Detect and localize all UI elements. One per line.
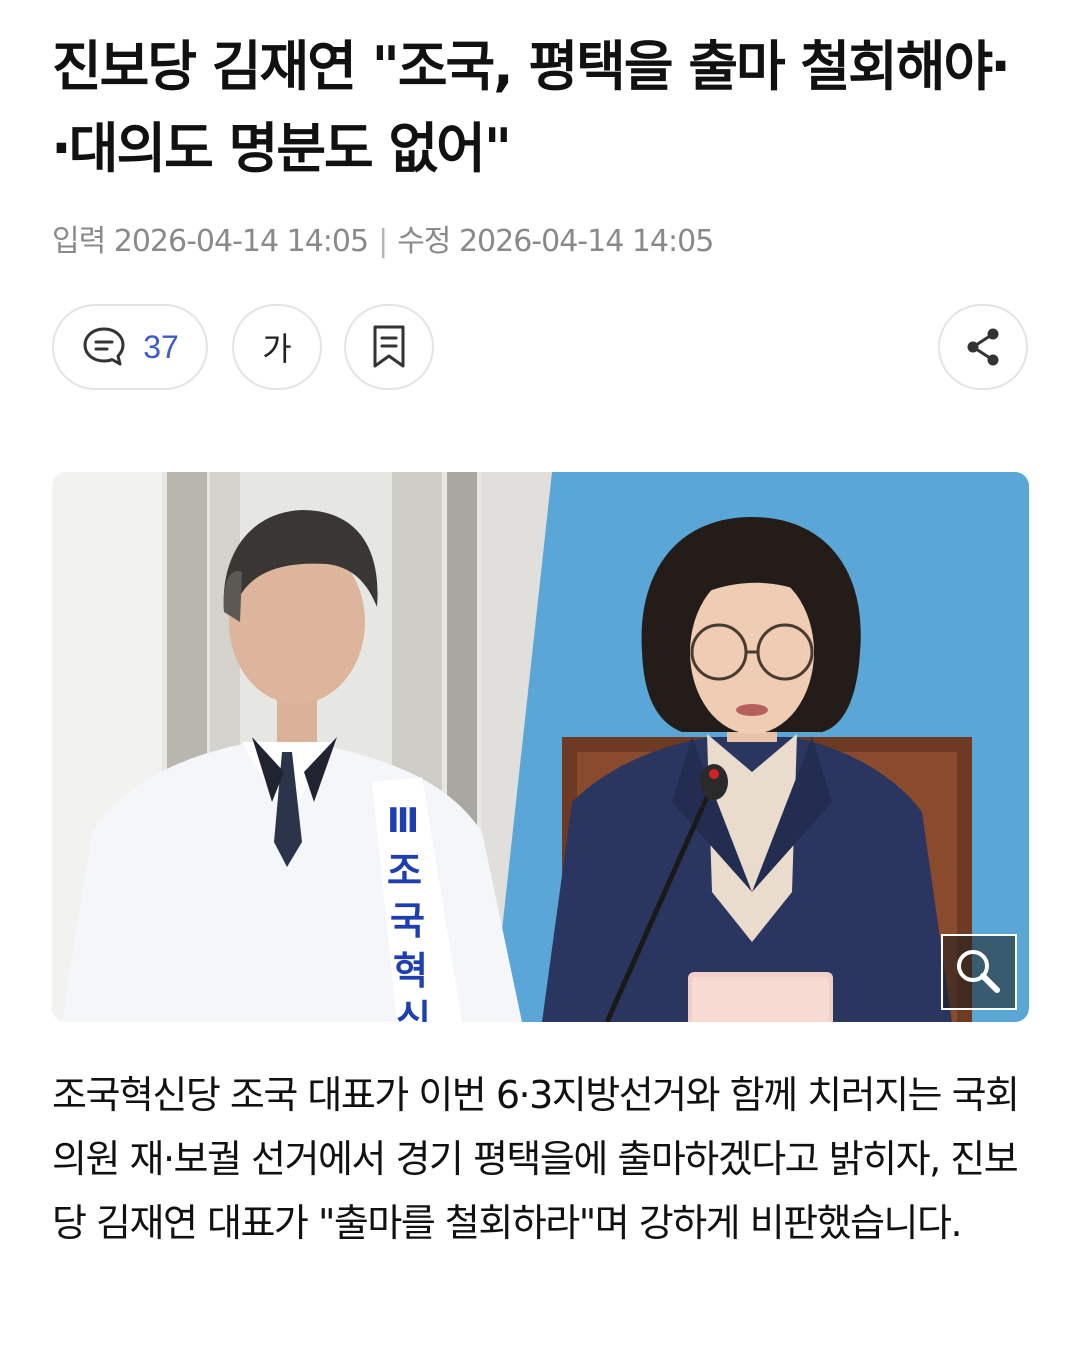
font-size-button[interactable]: 가	[232, 304, 322, 390]
svg-text:Ⅲ: Ⅲ	[387, 801, 419, 841]
published-label: 입력	[52, 224, 106, 259]
bookmark-button[interactable]	[344, 304, 434, 390]
svg-text:혁: 혁	[393, 949, 428, 993]
article-meta: 입력 2026-04-14 14:05 | 수정 2026-04-14 14:05	[52, 222, 714, 262]
svg-text:국: 국	[390, 899, 425, 943]
article-body: 조국혁신당 조국 대표가 이번 6·3지방선거와 함께 치러지는 국회의원 재·…	[52, 1073, 1020, 1245]
article-title: 진보당 김재연 "조국, 평택을 출마 철회해야‧ ‧대의도 명분도 없어"	[52, 35, 1010, 180]
svg-text:조: 조	[387, 849, 422, 893]
article-photo[interactable]: Ⅲ 조 국 혁 신	[52, 472, 1029, 1022]
comment-count: 37	[143, 328, 179, 365]
comments-button[interactable]: 37	[52, 304, 208, 390]
updated-label: 수정	[397, 224, 451, 259]
svg-text:신: 신	[396, 997, 431, 1022]
share-button[interactable]	[938, 304, 1028, 390]
article-toolbar: 37 가	[52, 304, 1028, 394]
comment-icon	[83, 327, 125, 366]
updated-time: 2026-04-14 14:05	[458, 224, 714, 259]
font-size-label: 가	[262, 330, 292, 368]
meta-divider: |	[378, 224, 388, 259]
bookmark-icon	[373, 325, 405, 368]
photo-zoom-button[interactable]	[941, 934, 1017, 1010]
magnifier-icon	[941, 934, 1017, 1010]
published-time: 2026-04-14 14:05	[113, 224, 369, 259]
share-icon	[967, 328, 999, 366]
photo-composite: Ⅲ 조 국 혁 신	[52, 472, 1029, 1022]
